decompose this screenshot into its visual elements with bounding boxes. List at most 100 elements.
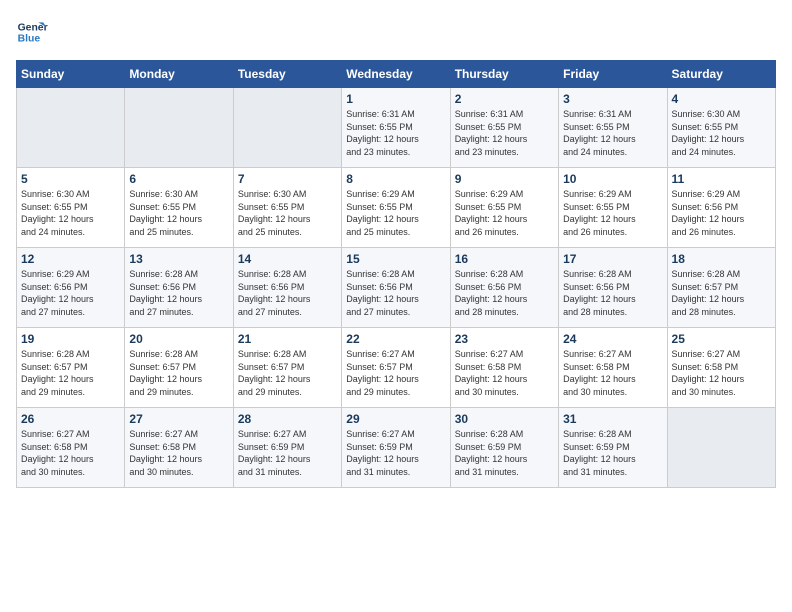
day-number: 30 <box>455 412 554 426</box>
day-number: 1 <box>346 92 445 106</box>
day-info: Sunrise: 6:30 AM Sunset: 6:55 PM Dayligh… <box>672 108 771 158</box>
day-cell: 9 Sunrise: 6:29 AM Sunset: 6:55 PM Daylig… <box>450 168 558 248</box>
day-number: 5 <box>21 172 120 186</box>
day-cell <box>233 88 341 168</box>
day-number: 7 <box>238 172 337 186</box>
day-cell: 8 Sunrise: 6:29 AM Sunset: 6:55 PM Daylig… <box>342 168 450 248</box>
day-cell: 1 Sunrise: 6:31 AM Sunset: 6:55 PM Daylig… <box>342 88 450 168</box>
logo: General Blue <box>16 16 48 48</box>
day-cell: 27 Sunrise: 6:27 AM Sunset: 6:58 PM Dayli… <box>125 408 233 488</box>
day-info: Sunrise: 6:27 AM Sunset: 6:58 PM Dayligh… <box>129 428 228 478</box>
day-number: 10 <box>563 172 662 186</box>
day-info: Sunrise: 6:27 AM Sunset: 6:57 PM Dayligh… <box>346 348 445 398</box>
day-number: 14 <box>238 252 337 266</box>
svg-text:Blue: Blue <box>18 34 41 45</box>
day-info: Sunrise: 6:28 AM Sunset: 6:56 PM Dayligh… <box>238 268 337 318</box>
day-cell: 30 Sunrise: 6:28 AM Sunset: 6:59 PM Dayli… <box>450 408 558 488</box>
day-cell: 24Sunrise: 6:27 AM Sunset: 6:58 PM Dayli… <box>559 328 667 408</box>
day-cell: 17Sunrise: 6:28 AM Sunset: 6:56 PM Dayli… <box>559 248 667 328</box>
day-info: Sunrise: 6:29 AM Sunset: 6:55 PM Dayligh… <box>563 188 662 238</box>
day-number: 21 <box>238 332 337 346</box>
day-info: Sunrise: 6:29 AM Sunset: 6:55 PM Dayligh… <box>455 188 554 238</box>
day-cell: 3Sunrise: 6:31 AM Sunset: 6:55 PM Daylig… <box>559 88 667 168</box>
day-number: 11 <box>672 172 771 186</box>
day-cell: 22Sunrise: 6:27 AM Sunset: 6:57 PM Dayli… <box>342 328 450 408</box>
day-info: Sunrise: 6:28 AM Sunset: 6:57 PM Dayligh… <box>129 348 228 398</box>
day-cell: 10 Sunrise: 6:29 AM Sunset: 6:55 PM Dayli… <box>559 168 667 248</box>
logo-icon: General Blue <box>16 16 48 48</box>
day-cell <box>125 88 233 168</box>
day-cell: 16Sunrise: 6:28 AM Sunset: 6:56 PM Dayli… <box>450 248 558 328</box>
day-number: 24 <box>563 332 662 346</box>
day-info: Sunrise: 6:29 AM Sunset: 6:56 PM Dayligh… <box>21 268 120 318</box>
day-cell: 21 Sunrise: 6:28 AM Sunset: 6:57 PM Dayli… <box>233 328 341 408</box>
day-number: 18 <box>672 252 771 266</box>
day-info: Sunrise: 6:27 AM Sunset: 6:58 PM Dayligh… <box>455 348 554 398</box>
day-info: Sunrise: 6:29 AM Sunset: 6:56 PM Dayligh… <box>672 188 771 238</box>
header-cell-thursday: Thursday <box>450 61 558 88</box>
day-cell: 2Sunrise: 6:31 AM Sunset: 6:55 PM Daylig… <box>450 88 558 168</box>
day-cell: 7 Sunrise: 6:30 AM Sunset: 6:55 PM Daylig… <box>233 168 341 248</box>
day-number: 20 <box>129 332 228 346</box>
day-number: 9 <box>455 172 554 186</box>
page-header: General Blue <box>16 16 776 48</box>
day-cell: 5 Sunrise: 6:30 AM Sunset: 6:55 PM Daylig… <box>17 168 125 248</box>
day-number: 16 <box>455 252 554 266</box>
day-info: Sunrise: 6:27 AM Sunset: 6:59 PM Dayligh… <box>238 428 337 478</box>
day-cell: 20 Sunrise: 6:28 AM Sunset: 6:57 PM Dayli… <box>125 328 233 408</box>
day-info: Sunrise: 6:31 AM Sunset: 6:55 PM Dayligh… <box>346 108 445 158</box>
day-cell: 14 Sunrise: 6:28 AM Sunset: 6:56 PM Dayli… <box>233 248 341 328</box>
day-number: 23 <box>455 332 554 346</box>
header-cell-sunday: Sunday <box>17 61 125 88</box>
day-info: Sunrise: 6:28 AM Sunset: 6:59 PM Dayligh… <box>455 428 554 478</box>
day-info: Sunrise: 6:28 AM Sunset: 6:59 PM Dayligh… <box>563 428 662 478</box>
day-cell: 12 Sunrise: 6:29 AM Sunset: 6:56 PM Dayli… <box>17 248 125 328</box>
day-cell: 4 Sunrise: 6:30 AM Sunset: 6:55 PM Daylig… <box>667 88 775 168</box>
day-info: Sunrise: 6:27 AM Sunset: 6:59 PM Dayligh… <box>346 428 445 478</box>
day-number: 28 <box>238 412 337 426</box>
day-number: 29 <box>346 412 445 426</box>
day-info: Sunrise: 6:28 AM Sunset: 6:57 PM Dayligh… <box>238 348 337 398</box>
header-cell-saturday: Saturday <box>667 61 775 88</box>
day-cell: 19 Sunrise: 6:28 AM Sunset: 6:57 PM Dayli… <box>17 328 125 408</box>
day-number: 8 <box>346 172 445 186</box>
day-info: Sunrise: 6:28 AM Sunset: 6:56 PM Dayligh… <box>129 268 228 318</box>
day-cell: 26Sunrise: 6:27 AM Sunset: 6:58 PM Dayli… <box>17 408 125 488</box>
day-info: Sunrise: 6:30 AM Sunset: 6:55 PM Dayligh… <box>21 188 120 238</box>
day-number: 2 <box>455 92 554 106</box>
day-cell <box>667 408 775 488</box>
day-info: Sunrise: 6:27 AM Sunset: 6:58 PM Dayligh… <box>21 428 120 478</box>
header-cell-wednesday: Wednesday <box>342 61 450 88</box>
day-cell: 6 Sunrise: 6:30 AM Sunset: 6:55 PM Daylig… <box>125 168 233 248</box>
day-info: Sunrise: 6:30 AM Sunset: 6:55 PM Dayligh… <box>238 188 337 238</box>
week-row-3: 12 Sunrise: 6:29 AM Sunset: 6:56 PM Dayli… <box>17 248 776 328</box>
day-number: 31 <box>563 412 662 426</box>
day-cell <box>17 88 125 168</box>
day-info: Sunrise: 6:28 AM Sunset: 6:56 PM Dayligh… <box>346 268 445 318</box>
day-number: 27 <box>129 412 228 426</box>
day-info: Sunrise: 6:28 AM Sunset: 6:57 PM Dayligh… <box>672 268 771 318</box>
day-number: 12 <box>21 252 120 266</box>
header-cell-tuesday: Tuesday <box>233 61 341 88</box>
day-number: 17 <box>563 252 662 266</box>
header-cell-friday: Friday <box>559 61 667 88</box>
day-cell: 13 Sunrise: 6:28 AM Sunset: 6:56 PM Dayli… <box>125 248 233 328</box>
day-number: 25 <box>672 332 771 346</box>
day-number: 19 <box>21 332 120 346</box>
day-number: 4 <box>672 92 771 106</box>
day-cell: 29 Sunrise: 6:27 AM Sunset: 6:59 PM Dayli… <box>342 408 450 488</box>
day-info: Sunrise: 6:27 AM Sunset: 6:58 PM Dayligh… <box>672 348 771 398</box>
day-info: Sunrise: 6:30 AM Sunset: 6:55 PM Dayligh… <box>129 188 228 238</box>
day-number: 6 <box>129 172 228 186</box>
day-cell: 15Sunrise: 6:28 AM Sunset: 6:56 PM Dayli… <box>342 248 450 328</box>
header-row: SundayMondayTuesdayWednesdayThursdayFrid… <box>17 61 776 88</box>
week-row-2: 5 Sunrise: 6:30 AM Sunset: 6:55 PM Daylig… <box>17 168 776 248</box>
day-cell: 28 Sunrise: 6:27 AM Sunset: 6:59 PM Dayli… <box>233 408 341 488</box>
day-info: Sunrise: 6:29 AM Sunset: 6:55 PM Dayligh… <box>346 188 445 238</box>
day-cell: 18 Sunrise: 6:28 AM Sunset: 6:57 PM Dayli… <box>667 248 775 328</box>
week-row-5: 26Sunrise: 6:27 AM Sunset: 6:58 PM Dayli… <box>17 408 776 488</box>
week-row-1: 1 Sunrise: 6:31 AM Sunset: 6:55 PM Daylig… <box>17 88 776 168</box>
day-info: Sunrise: 6:28 AM Sunset: 6:57 PM Dayligh… <box>21 348 120 398</box>
day-number: 13 <box>129 252 228 266</box>
day-cell: 11 Sunrise: 6:29 AM Sunset: 6:56 PM Dayli… <box>667 168 775 248</box>
